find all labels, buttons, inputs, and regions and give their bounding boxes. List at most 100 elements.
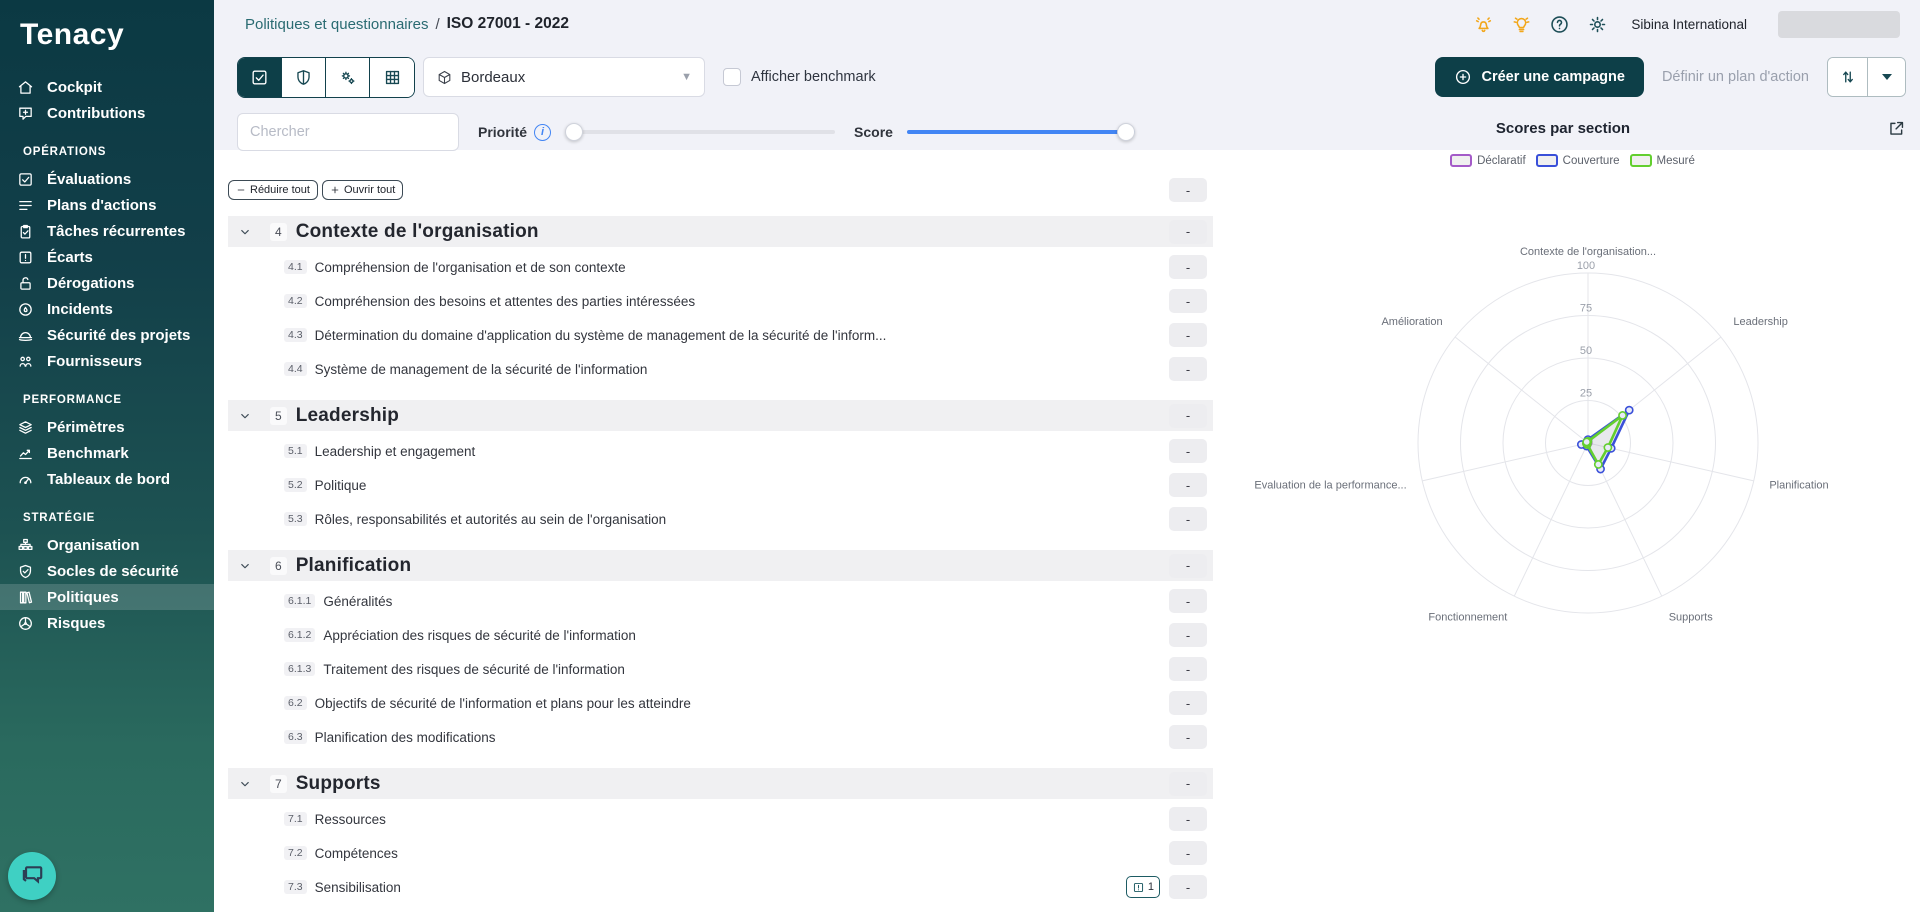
list-item-5-2[interactable]: 5.2Politique- <box>228 471 1213 499</box>
sidebar-section-title: STRATÉGIE <box>0 492 214 532</box>
collapse-all-button[interactable]: Réduire tout <box>228 180 318 200</box>
sort-split-button <box>1827 57 1906 97</box>
chat-launcher-button[interactable] <box>8 852 56 900</box>
sidebar-item-derogations[interactable]: Dérogations <box>0 270 214 296</box>
app-logo[interactable]: Tenacy <box>0 18 214 52</box>
sidebar-item-plans-d-actions[interactable]: Plans d'actions <box>0 192 214 218</box>
define-action-plan-button[interactable]: Définir un plan d'action <box>1662 69 1809 85</box>
sort-options-caret-button[interactable] <box>1868 58 1905 96</box>
settings-gear-icon[interactable] <box>1587 14 1608 35</box>
legend-label: Couverture <box>1563 155 1620 167</box>
score-slider-handle[interactable] <box>1117 123 1135 141</box>
list-item-6-1-2[interactable]: 6.1.2Appréciation des risques de sécurit… <box>228 621 1213 649</box>
cube-icon <box>436 69 453 86</box>
list-item-5-3[interactable]: 5.3Rôles, responsabilités et autorités a… <box>228 505 1213 533</box>
list-item-6-1-1[interactable]: 6.1.1Généralités- <box>228 587 1213 615</box>
score-slider[interactable] <box>907 123 1135 141</box>
view-button-gears[interactable] <box>326 58 370 97</box>
expand-collapse-row: Réduire tout Ouvrir tout - <box>228 178 1213 202</box>
sidebar-item-benchmark[interactable]: Benchmark <box>0 440 214 466</box>
benchmark-checkbox-row[interactable]: Afficher benchmark <box>723 68 876 86</box>
view-button-shield[interactable] <box>282 58 326 97</box>
sidebar-item-fournisseurs[interactable]: Fournisseurs <box>0 348 214 374</box>
view-button-check-square[interactable] <box>238 58 282 97</box>
sidebar-section-title: PERFORMANCE <box>0 374 214 414</box>
sidebar-item-cockpit[interactable]: Cockpit <box>0 74 214 100</box>
list-item-6-2[interactable]: 6.2Objectifs de sécurité de l'informatio… <box>228 689 1213 717</box>
sidebar-item-label: Socles de sécurité <box>47 563 179 580</box>
chevron-down-icon[interactable] <box>238 777 252 791</box>
tips-bulb-icon[interactable] <box>1511 14 1532 35</box>
chevron-down-icon[interactable] <box>238 409 252 423</box>
list-item-4-1[interactable]: 4.1Compréhension de l'organisation et de… <box>228 253 1213 281</box>
sidebar-item-risques[interactable]: Risques <box>0 610 214 636</box>
priority-info-icon[interactable]: i <box>534 124 551 141</box>
create-campaign-button[interactable]: Créer une campagne <box>1435 57 1643 97</box>
priority-slider[interactable] <box>565 123 835 141</box>
organization-name[interactable]: Sibina International <box>1631 17 1747 32</box>
section-header-7[interactable]: 7Supports- <box>228 768 1213 799</box>
sidebar: Tenacy CockpitContributionsOPÉRATIONSÉva… <box>0 0 214 912</box>
sidebar-item-ecarts[interactable]: Écarts <box>0 244 214 270</box>
list-item-7-1[interactable]: 7.1Ressources- <box>228 805 1213 833</box>
section-score-badge: - <box>1169 772 1207 796</box>
list-item-5-1[interactable]: 5.1Leadership et engagement- <box>228 437 1213 465</box>
benchmark-checkbox[interactable] <box>723 68 741 86</box>
legend-item-mesure[interactable]: Mesuré <box>1630 154 1695 167</box>
sidebar-item-organisation[interactable]: Organisation <box>0 532 214 558</box>
legend-item-declaratif[interactable]: Déclaratif <box>1450 154 1526 167</box>
search-input[interactable] <box>237 113 459 151</box>
list-item-7-3[interactable]: 7.3Sensibilisation1- <box>228 873 1213 901</box>
sidebar-item-securite-des-projets[interactable]: Sécurité des projets <box>0 322 214 348</box>
sidebar-item-contributions[interactable]: Contributions <box>0 100 214 126</box>
list-item-6-3[interactable]: 6.3Planification des modifications- <box>228 723 1213 751</box>
sidebar-item-perimetres[interactable]: Périmètres <box>0 414 214 440</box>
breadcrumb-parent-link[interactable]: Politiques et questionnaires <box>245 16 428 33</box>
view-button-grid[interactable] <box>370 58 414 97</box>
shield-icon <box>294 68 313 87</box>
gap-count: 1 <box>1148 881 1154 893</box>
score-slider-track[interactable] <box>907 130 1135 134</box>
list-item-6-1-3[interactable]: 6.1.3Traitement des risques de sécurité … <box>228 655 1213 683</box>
sidebar-item-tableaux-de-bord[interactable]: Tableaux de bord <box>0 466 214 492</box>
external-link-icon[interactable] <box>1887 119 1906 138</box>
item-label: Traitement des risques de sécurité de l'… <box>323 662 624 677</box>
priority-slider-track[interactable] <box>565 130 835 134</box>
item-number: 4.3 <box>284 328 307 342</box>
sidebar-item-politiques[interactable]: Politiques <box>0 584 214 610</box>
notifications-bell-icon[interactable] <box>1473 14 1494 35</box>
chevron-down-icon[interactable] <box>238 559 252 573</box>
chevron-down-icon[interactable] <box>238 225 252 239</box>
sidebar-item-incidents[interactable]: Incidents <box>0 296 214 322</box>
actions-row: Créer une campagne Définir un plan d'act… <box>1239 57 1906 97</box>
sort-button[interactable] <box>1828 58 1868 96</box>
list-item-4-2[interactable]: 4.2Compréhension des besoins et attentes… <box>228 287 1213 315</box>
item-label: Ressources <box>315 812 386 827</box>
item-score-badge: - <box>1169 623 1207 647</box>
section-header-5[interactable]: 5Leadership- <box>228 400 1213 431</box>
list-item-7-2[interactable]: 7.2Compétences- <box>228 839 1213 867</box>
item-label: Appréciation des risques de sécurité de … <box>323 628 636 643</box>
plus-circle-icon <box>1454 68 1472 86</box>
list-item-4-3[interactable]: 4.3Détermination du domaine d'applicatio… <box>228 321 1213 349</box>
priority-label: Priorité <box>478 124 527 140</box>
item-label: Compétences <box>315 846 398 861</box>
sidebar-item-taches-recurrentes[interactable]: Tâches récurrentes <box>0 218 214 244</box>
gap-count-badge[interactable]: 1 <box>1126 876 1160 898</box>
books-icon <box>17 589 34 606</box>
section-header-6[interactable]: 6Planification- <box>228 550 1213 581</box>
radar-chart: 255075100Contexte de l'organisation...Le… <box>1239 195 1906 655</box>
scope-select[interactable]: Bordeaux ▼ <box>423 57 705 97</box>
sidebar-item-label: Risques <box>47 615 105 632</box>
help-icon[interactable] <box>1549 14 1570 35</box>
list-item-4-4[interactable]: 4.4Système de management de la sécurité … <box>228 355 1213 383</box>
sidebar-item-evaluations[interactable]: Évaluations <box>0 166 214 192</box>
shield-check-icon <box>17 563 34 580</box>
section-header-4[interactable]: 4Contexte de l'organisation- <box>228 216 1213 247</box>
user-name-redacted[interactable] <box>1778 11 1900 38</box>
priority-slider-handle[interactable] <box>565 123 583 141</box>
legend-item-couverture[interactable]: Couverture <box>1536 154 1620 167</box>
sidebar-nav: CockpitContributionsOPÉRATIONSÉvaluation… <box>0 74 214 636</box>
expand-all-button[interactable]: Ouvrir tout <box>322 180 403 200</box>
sidebar-item-socles-de-securite[interactable]: Socles de sécurité <box>0 558 214 584</box>
